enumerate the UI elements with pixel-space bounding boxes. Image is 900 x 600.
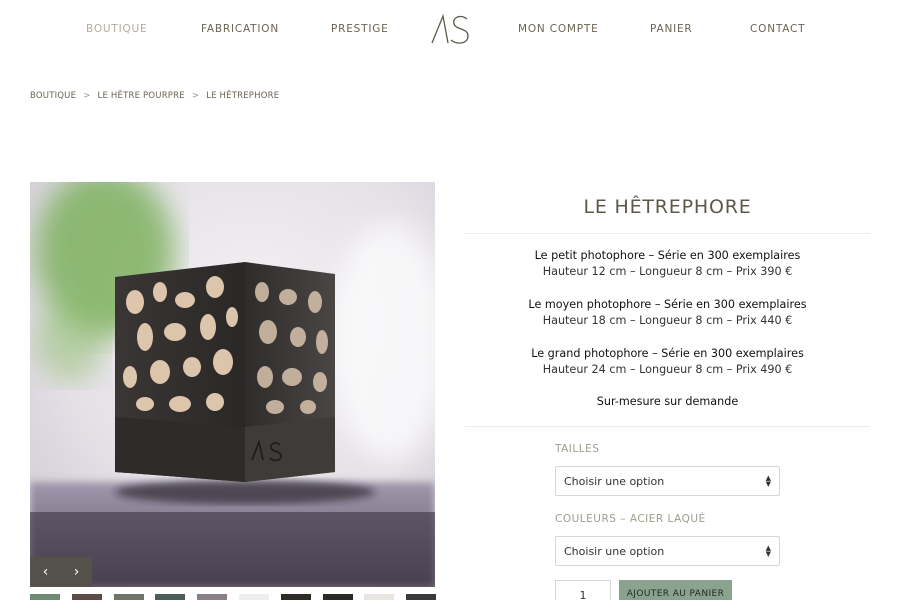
breadcrumb-current: LE HÊTREPHORE: [206, 91, 280, 101]
breadcrumb: BOUTIQUE > LE HÊTRE POURPRE > LE HÊTREPHORE: [30, 91, 279, 101]
variant-name: Le petit photophore – Série en 300 exemp…: [534, 249, 801, 262]
thumbnail-strip: [30, 594, 437, 600]
variant-small: Le petit photophore – Série en 300 exemp…: [465, 248, 870, 280]
divider: [465, 233, 870, 234]
chevron-left-icon[interactable]: ‹: [30, 557, 61, 587]
thumbnail[interactable]: [280, 594, 311, 600]
variant-name: Le grand photophore – Série en 300 exemp…: [531, 347, 804, 360]
variant-name: Le moyen photophore – Série en 300 exemp…: [528, 298, 807, 311]
thumbnail[interactable]: [30, 594, 60, 600]
brand-logo[interactable]: [430, 13, 472, 45]
thumbnail[interactable]: [155, 594, 186, 600]
nav-boutique[interactable]: BOUTIQUE: [86, 23, 147, 35]
nav-prestige[interactable]: PRESTIGE: [331, 23, 389, 35]
thumbnail[interactable]: [71, 594, 102, 600]
variant-detail: Hauteur 12 cm – Longueur 8 cm – Prix 390…: [542, 265, 793, 278]
custom-note: Sur-mesure sur demande: [596, 395, 739, 408]
select-arrows-icon: ▲ ▼: [765, 544, 771, 558]
divider: [465, 426, 870, 427]
quantity-input[interactable]: 1: [555, 580, 611, 600]
breadcrumb-boutique[interactable]: BOUTIQUE: [30, 91, 76, 101]
variant-large: Le grand photophore – Série en 300 exemp…: [465, 346, 870, 378]
product-image[interactable]: [30, 182, 435, 587]
nav-panier[interactable]: PANIER: [650, 23, 693, 35]
thumbnail[interactable]: [197, 594, 228, 600]
size-select[interactable]: Choisir une option ▲ ▼: [555, 466, 780, 496]
variant-medium: Le moyen photophore – Série en 300 exemp…: [465, 297, 870, 329]
thumbnail[interactable]: [322, 594, 353, 600]
nav-fabrication[interactable]: FABRICATION: [201, 23, 279, 35]
thumbnail[interactable]: [364, 594, 395, 600]
chevron-right-icon[interactable]: ›: [61, 557, 92, 587]
product-title: LE HÊTREPHORE: [583, 196, 752, 218]
size-select-value: Choisir une option: [564, 474, 665, 488]
nav-mon-compte[interactable]: MON COMPTE: [518, 23, 599, 35]
color-label: COULEURS – ACIER LAQUÉ: [555, 513, 706, 525]
size-label: TAILLES: [555, 443, 600, 455]
variant-detail: Hauteur 24 cm – Longueur 8 cm – Prix 490…: [542, 363, 793, 376]
select-arrows-icon: ▲ ▼: [765, 474, 771, 488]
main-nav: BOUTIQUE FABRICATION PRESTIGE MON COMPTE…: [0, 0, 900, 60]
breadcrumb-le-hetre-pourpre[interactable]: LE HÊTRE POURPRE: [98, 91, 185, 101]
variant-detail: Hauteur 18 cm – Longueur 8 cm – Prix 440…: [542, 314, 793, 327]
color-select-value: Choisir une option: [564, 544, 665, 558]
color-select[interactable]: Choisir une option ▲ ▼: [555, 536, 780, 566]
add-to-cart-button[interactable]: AJOUTER AU PANIER: [619, 580, 732, 600]
thumbnail[interactable]: [239, 594, 269, 600]
nav-contact[interactable]: CONTACT: [750, 23, 805, 35]
breadcrumb-separator: >: [191, 91, 200, 101]
breadcrumb-separator: >: [83, 91, 91, 101]
carousel-controls: ‹ ›: [30, 557, 92, 587]
thumbnail[interactable]: [406, 594, 437, 600]
thumbnail[interactable]: [113, 594, 144, 600]
